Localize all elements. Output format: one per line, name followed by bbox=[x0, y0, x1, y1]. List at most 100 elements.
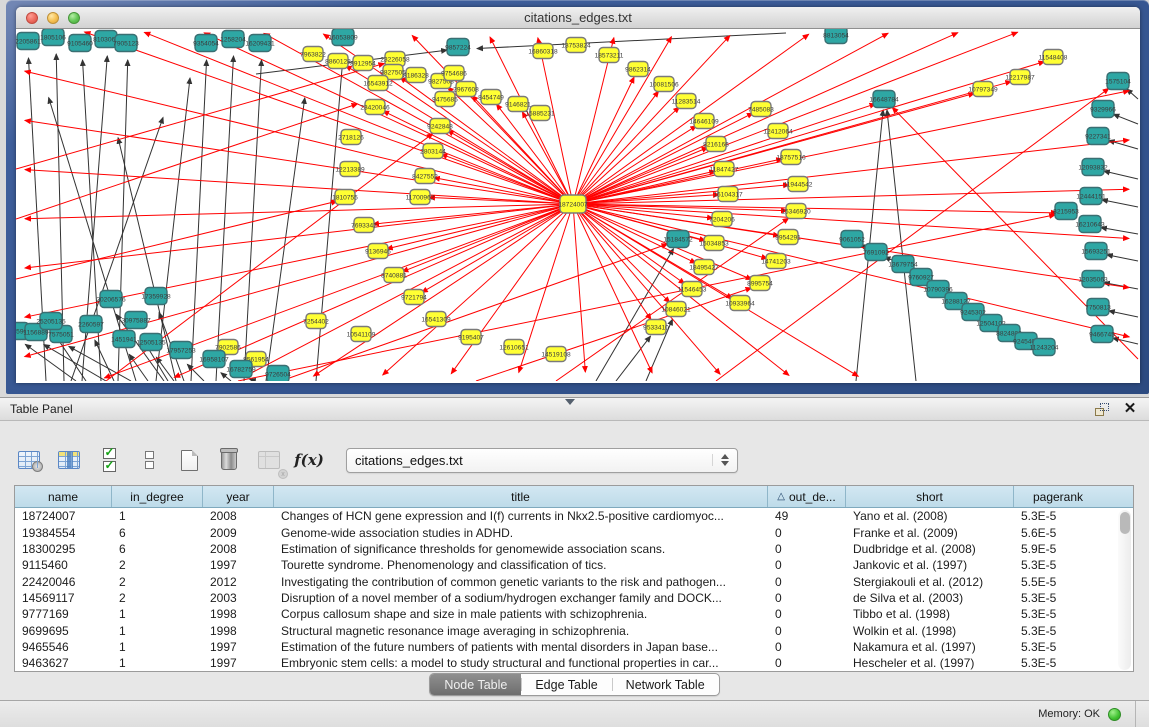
zoom-window-icon[interactable] bbox=[68, 12, 80, 24]
table-cell[interactable]: Hescheler et al. (1997) bbox=[846, 656, 1014, 670]
table-cell[interactable]: 2 bbox=[112, 575, 203, 589]
network-window-titlebar[interactable]: citations_edges.txt bbox=[16, 7, 1140, 29]
table-cell[interactable]: 9465546 bbox=[15, 640, 112, 654]
table-cell[interactable]: Tourette syndrome. Phenomenology and cla… bbox=[274, 558, 768, 572]
table-selector-combobox[interactable]: citations_edges.txt bbox=[346, 448, 738, 473]
table-cell[interactable]: Stergiakouli et al. (2012) bbox=[846, 575, 1014, 589]
table-cell[interactable]: 1998 bbox=[203, 607, 274, 621]
table-row[interactable]: 1456911722003Disruption of a novel membe… bbox=[15, 590, 1133, 606]
new-column-button[interactable] bbox=[174, 445, 204, 475]
table-cell[interactable]: Franke et al. (2009) bbox=[846, 526, 1014, 540]
table-cell[interactable]: 5.9E-5 bbox=[1014, 542, 1102, 556]
table-cell[interactable]: 18724007 bbox=[15, 509, 112, 523]
table-cell[interactable]: 5.3E-5 bbox=[1014, 607, 1102, 621]
table-cell[interactable]: 0 bbox=[768, 624, 846, 638]
table-cell[interactable]: 2 bbox=[112, 558, 203, 572]
table-cell[interactable]: 9699695 bbox=[15, 624, 112, 638]
table-cell[interactable]: 5.6E-5 bbox=[1014, 526, 1102, 540]
table-mode-button[interactable] bbox=[14, 445, 44, 475]
table-cell[interactable]: 0 bbox=[768, 656, 846, 670]
table-cell[interactable]: 5.3E-5 bbox=[1014, 591, 1102, 605]
table-cell[interactable]: Wolkin et al. (1998) bbox=[846, 624, 1014, 638]
row-height-button[interactable] bbox=[134, 445, 164, 475]
table-cell[interactable]: 0 bbox=[768, 575, 846, 589]
table-row[interactable]: 911546021997Tourette syndrome. Phenomeno… bbox=[15, 557, 1133, 573]
select-columns-button[interactable] bbox=[94, 445, 124, 475]
table-row[interactable]: 1938455462009Genome-wide association stu… bbox=[15, 524, 1133, 540]
table-cell[interactable]: 19384554 bbox=[15, 526, 112, 540]
float-panel-icon[interactable] bbox=[1093, 401, 1111, 417]
table-cell[interactable]: 0 bbox=[768, 526, 846, 540]
table-cell[interactable]: 0 bbox=[768, 640, 846, 654]
network-canvas[interactable]: 7963822886012889129542322605898275051654… bbox=[16, 29, 1140, 383]
minimize-window-icon[interactable] bbox=[47, 12, 59, 24]
table-cell[interactable]: 1998 bbox=[203, 624, 274, 638]
splitter-handle-icon[interactable] bbox=[565, 399, 575, 405]
table-cell[interactable]: Corpus callosum shape and size in male p… bbox=[274, 607, 768, 621]
table-cell[interactable]: 18300295 bbox=[15, 542, 112, 556]
table-cell[interactable]: 2003 bbox=[203, 591, 274, 605]
table-cell[interactable]: 5.3E-5 bbox=[1014, 509, 1102, 523]
table-cell[interactable]: 22420046 bbox=[15, 575, 112, 589]
table-cell[interactable]: Nakamura et al. (1997) bbox=[846, 640, 1014, 654]
tab-network-table[interactable]: Network Table bbox=[612, 674, 719, 695]
table-cell[interactable]: Embryonic stem cells: a model to study s… bbox=[274, 656, 768, 670]
table-cell[interactable]: de Silva et al. (2003) bbox=[846, 591, 1014, 605]
column-header-out_de[interactable]: △out_de... bbox=[768, 486, 846, 507]
table-cell[interactable]: 9777169 bbox=[15, 607, 112, 621]
table-cell[interactable]: Dudbridge et al. (2008) bbox=[846, 542, 1014, 556]
table-cell[interactable]: 6 bbox=[112, 526, 203, 540]
table-cell[interactable]: 1 bbox=[112, 509, 203, 523]
table-cell[interactable]: 0 bbox=[768, 607, 846, 621]
table-cell[interactable]: Tibbo et al. (1998) bbox=[846, 607, 1014, 621]
table-cell[interactable]: 2 bbox=[112, 591, 203, 605]
column-header-in_degree[interactable]: in_degree bbox=[112, 486, 203, 507]
table-cell[interactable]: 5.5E-5 bbox=[1014, 575, 1102, 589]
table-cell[interactable]: Jankovic et al. (1997) bbox=[846, 558, 1014, 572]
table-cell[interactable]: 0 bbox=[768, 542, 846, 556]
column-header-year[interactable]: year bbox=[203, 486, 274, 507]
table-row[interactable]: 1872400712008Changes of HCN gene express… bbox=[15, 508, 1133, 524]
table-cell[interactable]: Estimation of significance thresholds fo… bbox=[274, 542, 768, 556]
table-row[interactable]: 2242004622012Investigating the contribut… bbox=[15, 573, 1133, 589]
table-row[interactable]: 1830029562008Estimation of significance … bbox=[15, 541, 1133, 557]
table-cell[interactable]: 2008 bbox=[203, 542, 274, 556]
column-header-name[interactable]: name bbox=[15, 486, 112, 507]
memory-ok-led-icon[interactable] bbox=[1108, 708, 1121, 721]
column-header-pagerank[interactable]: pagerank bbox=[1014, 486, 1102, 507]
show-columns-button[interactable] bbox=[54, 445, 84, 475]
table-row[interactable]: 946554611997Estimation of the future num… bbox=[15, 639, 1133, 655]
table-cell[interactable]: 1 bbox=[112, 624, 203, 638]
table-cell[interactable]: 9115460 bbox=[15, 558, 112, 572]
close-panel-icon[interactable]: ✕ bbox=[1121, 401, 1139, 417]
function-builder-button[interactable]: f(x) bbox=[294, 445, 324, 475]
table-cell[interactable]: 1 bbox=[112, 640, 203, 654]
table-row[interactable]: 969969511998Structural magnetic resonanc… bbox=[15, 622, 1133, 638]
table-cell[interactable]: 5.3E-5 bbox=[1014, 640, 1102, 654]
table-cell[interactable]: 0 bbox=[768, 558, 846, 572]
citation-network-graph[interactable]: 7963822886012889129542322605898275051654… bbox=[16, 29, 1139, 381]
table-cell[interactable]: 1997 bbox=[203, 558, 274, 572]
table-cell[interactable]: Investigating the contribution of common… bbox=[274, 575, 768, 589]
delete-column-button[interactable] bbox=[214, 445, 244, 475]
close-window-icon[interactable] bbox=[26, 12, 38, 24]
table-cell[interactable]: 1 bbox=[112, 656, 203, 670]
table-cell[interactable]: 5.3E-5 bbox=[1014, 558, 1102, 572]
table-cell[interactable]: 5.3E-5 bbox=[1014, 624, 1102, 638]
table-cell[interactable]: Structural magnetic resonance image aver… bbox=[274, 624, 768, 638]
tab-node-table[interactable]: Node Table bbox=[430, 674, 521, 695]
table-cell[interactable]: 14569117 bbox=[15, 591, 112, 605]
table-cell[interactable]: Changes of HCN gene expression and I(f) … bbox=[274, 509, 768, 523]
table-cell[interactable]: 1997 bbox=[203, 656, 274, 670]
column-header-short[interactable]: short bbox=[846, 486, 1014, 507]
scrollbar-thumb[interactable] bbox=[1120, 512, 1130, 534]
table-cell[interactable]: 6 bbox=[112, 542, 203, 556]
table-cell[interactable]: Genome-wide association studies in ADHD. bbox=[274, 526, 768, 540]
table-cell[interactable]: 49 bbox=[768, 509, 846, 523]
table-cell[interactable]: 2012 bbox=[203, 575, 274, 589]
table-cell[interactable]: 2009 bbox=[203, 526, 274, 540]
table-cell[interactable]: Disruption of a novel member of a sodium… bbox=[274, 591, 768, 605]
table-cell[interactable]: 1997 bbox=[203, 640, 274, 654]
table-cell[interactable]: Yano et al. (2008) bbox=[846, 509, 1014, 523]
table-cell[interactable]: 5.3E-5 bbox=[1014, 656, 1102, 670]
